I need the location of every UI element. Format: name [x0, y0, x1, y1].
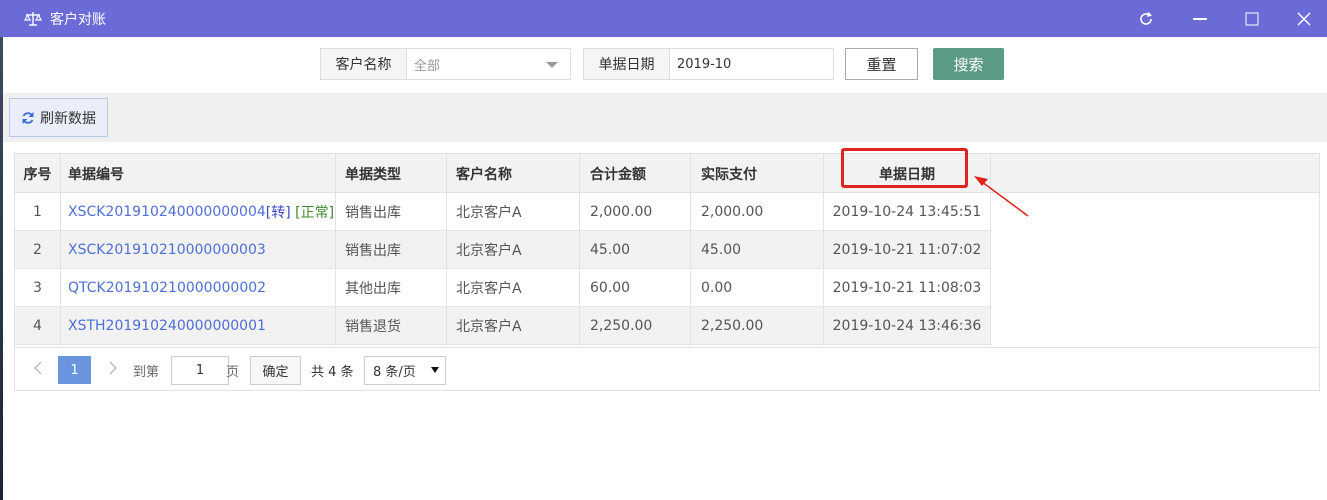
doc-number-cell[interactable]: XSCK201910240000000004 [转] [正常]: [68, 193, 338, 231]
table-row[interactable]: 2 XSCK201910210000000003 销售出库 北京客户A 45.0…: [15, 231, 990, 269]
toolbar: 刷新数据: [3, 93, 1327, 142]
scale-icon: [24, 10, 42, 28]
customer-name: 北京客户A: [456, 205, 522, 221]
page-button-current[interactable]: 1: [58, 356, 91, 384]
search-button[interactable]: 搜索: [933, 48, 1004, 80]
row-index: 3: [33, 280, 42, 296]
refresh-data-label: 刷新数据: [40, 110, 96, 127]
refresh-icon[interactable]: [1124, 0, 1168, 37]
date-label: 单据日期: [583, 48, 670, 80]
doc-number-cell[interactable]: XSTH201910240000000001: [68, 307, 338, 345]
confirm-button[interactable]: 确定: [250, 356, 301, 385]
customer-name: 北京客户A: [456, 281, 522, 297]
page-label: 页: [226, 365, 240, 380]
doc-type: 其他出库: [345, 281, 401, 297]
doc-date: 2019-10-21 11:07:02: [832, 242, 982, 258]
doc-type: 销售退货: [345, 319, 401, 335]
customer-select[interactable]: 全部: [407, 48, 571, 80]
column-header[interactable]: 实际支付: [701, 154, 821, 193]
customer-name: 北京客户A: [456, 319, 522, 335]
chevron-right-icon[interactable]: [108, 360, 118, 380]
reset-button[interactable]: 重置: [845, 48, 918, 80]
column-header[interactable]: 单据类型: [345, 154, 445, 193]
actual-paid: 2,000.00: [701, 204, 764, 220]
column-header[interactable]: 客户名称: [456, 154, 576, 193]
page-size-value: 8 条/页: [373, 365, 416, 380]
search-bar: 客户名称 全部 单据日期 2019-10 重置 搜索: [0, 48, 1327, 81]
row-index: 1: [33, 204, 42, 220]
total-count: 共 4 条: [311, 365, 354, 380]
table-row[interactable]: 1 XSCK201910240000000004 [转] [正常] 销售出库 北京…: [15, 193, 990, 231]
doc-date: 2019-10-24 13:46:36: [832, 318, 982, 334]
window-title: 客户对账: [50, 11, 106, 28]
doc-type: 销售出库: [345, 205, 401, 221]
doc-date: 2019-10-21 11:08:03: [832, 280, 982, 296]
column-divider: [446, 154, 447, 346]
total-amount: 45.00: [590, 242, 631, 258]
page-size-select[interactable]: 8 条/页: [364, 356, 446, 385]
customer-select-value: 全部: [414, 58, 441, 74]
row-index: 4: [33, 318, 42, 334]
column-divider: [579, 154, 580, 346]
total-amount: 2,000.00: [590, 204, 653, 220]
doc-number-link[interactable]: XSCK201910210000000003: [68, 242, 266, 258]
actual-paid: 45.00: [701, 242, 742, 258]
column-divider: [60, 154, 61, 346]
total-amount: 2,250.00: [590, 318, 653, 334]
doc-number-cell[interactable]: QTCK201910210000000002: [68, 269, 338, 307]
chevron-down-icon: [546, 62, 558, 68]
table-row[interactable]: 3 QTCK201910210000000002 其他出库 北京客户A 60.0…: [15, 269, 990, 307]
maximize-icon[interactable]: [1230, 0, 1274, 37]
goto-label: 到第: [133, 365, 160, 380]
refresh-icon: [21, 111, 35, 125]
total-amount: 60.00: [590, 280, 631, 296]
doc-date: 2019-10-24 13:45:51: [832, 204, 982, 220]
pagination: 1 到第 1 页 确定 共 4 条 8 条/页: [15, 347, 1319, 391]
column-divider: [335, 154, 336, 346]
refresh-data-button[interactable]: 刷新数据: [9, 98, 108, 137]
column-header[interactable]: 序号: [15, 154, 60, 193]
actual-paid: 2,250.00: [701, 318, 764, 334]
chevron-left-icon[interactable]: [33, 360, 43, 380]
highlight-box: [841, 148, 968, 188]
doc-type: 销售出库: [345, 243, 401, 259]
title-bar: 客户对账: [0, 0, 1327, 37]
doc-number-link[interactable]: XSTH201910240000000001: [68, 318, 266, 334]
date-input[interactable]: 2019-10: [670, 48, 834, 80]
column-header[interactable]: 单据编号: [68, 154, 328, 193]
close-icon[interactable]: [1282, 0, 1326, 37]
actual-paid: 0.00: [701, 280, 733, 296]
table-row[interactable]: 4 XSTH201910240000000001 销售退货 北京客户A 2,25…: [15, 307, 990, 345]
goto-page-input[interactable]: 1: [171, 356, 229, 385]
minimize-icon[interactable]: [1178, 0, 1222, 37]
customer-name: 北京客户A: [456, 243, 522, 259]
doc-number-link[interactable]: QTCK201910210000000002: [68, 280, 266, 296]
transfer-tag: [转]: [265, 205, 291, 221]
table-header: 序号 单据编号 单据类型 客户名称 合计金额 实际支付 单据日期: [15, 154, 1319, 193]
caret-down-icon: [431, 367, 439, 373]
column-header[interactable]: 合计金额: [590, 154, 690, 193]
normal-tag: [正常]: [295, 205, 335, 221]
doc-number-link[interactable]: XSCK201910240000000004: [68, 204, 266, 220]
annotation-arrow-icon: [974, 176, 1029, 217]
row-index: 2: [33, 242, 42, 258]
data-table: 序号 单据编号 单据类型 客户名称 合计金额 实际支付 单据日期 1 XSCK2…: [14, 153, 1320, 391]
doc-number-cell[interactable]: XSCK201910210000000003: [68, 231, 338, 269]
column-divider: [823, 154, 824, 346]
customer-label: 客户名称: [320, 48, 407, 80]
column-divider: [690, 154, 691, 346]
